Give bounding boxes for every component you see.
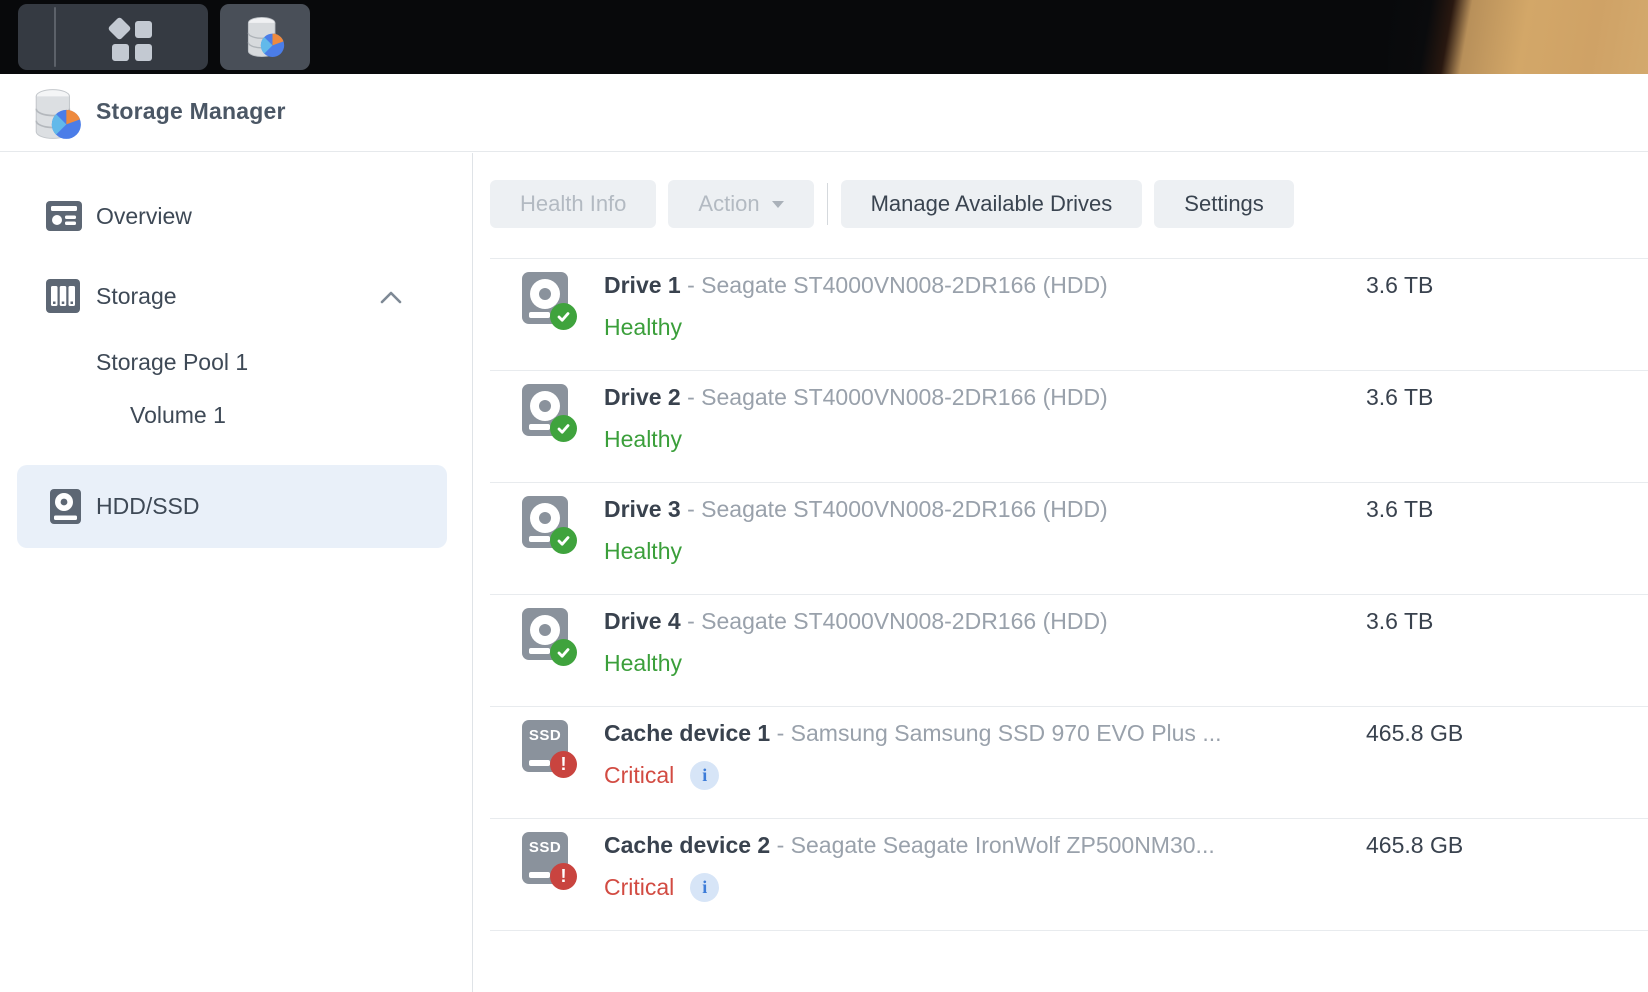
drive-name: Drive 1: [604, 272, 681, 298]
drive-name: Cache device 2: [604, 832, 770, 858]
taskbar-left-group: [18, 4, 208, 70]
sidebar-item-label: Overview: [96, 203, 192, 230]
device-icon: SSD !: [522, 832, 568, 884]
sidebar-item-label: Storage: [96, 283, 177, 310]
sidebar-item-hdd-ssd[interactable]: HDD/SSD: [50, 489, 200, 524]
device-icon: SSD: [522, 272, 568, 324]
sidebar-item-overview[interactable]: Overview: [46, 201, 192, 231]
manage-available-drives-button[interactable]: Manage Available Drives: [841, 180, 1143, 228]
storage-manager-icon: [245, 15, 285, 59]
taskbar-divider: [54, 7, 56, 67]
sidebar-item-label: Volume 1: [130, 402, 226, 429]
chevron-down-icon: [772, 201, 784, 208]
storage-icon: [46, 279, 80, 313]
drive-row[interactable]: SSD ! Cache device 2 - Seagate Seagate I…: [490, 818, 1648, 930]
sidebar-item-label: HDD/SSD: [96, 493, 200, 520]
overview-icon: [46, 201, 82, 231]
drive-model: Seagate ST4000VN008-2DR166 (HDD): [701, 272, 1108, 298]
sidebar: Overview Storage Storage Pool 1 Volume 1: [0, 153, 473, 992]
drive-status: Critical: [604, 760, 674, 790]
drive-status: Critical: [604, 872, 674, 902]
action-button[interactable]: Action: [668, 180, 813, 228]
drive-status: Healthy: [604, 424, 682, 454]
sidebar-item-storage[interactable]: Storage: [46, 279, 177, 313]
status-badge-icon: !: [550, 751, 577, 778]
drive-status: Healthy: [604, 312, 682, 342]
drive-name: Drive 2: [604, 384, 681, 410]
drive-model: Seagate ST4000VN008-2DR166 (HDD): [701, 384, 1108, 410]
drive-list: SSD Drive 1 - Seagate ST4000VN008-2DR166…: [490, 258, 1648, 931]
drive-size: 3.6 TB: [1366, 272, 1433, 299]
drive-size: 3.6 TB: [1366, 496, 1433, 523]
taskbar-storage-manager-button[interactable]: [220, 4, 310, 70]
sidebar-item-label: Storage Pool 1: [96, 349, 248, 376]
status-badge-icon: !: [550, 863, 577, 890]
drive-row[interactable]: SSD Drive 2 - Seagate ST4000VN008-2DR166…: [490, 370, 1648, 482]
drive-name: Drive 4: [604, 608, 681, 634]
status-badge-icon: [550, 415, 577, 442]
taskbar: [0, 0, 1648, 74]
drive-model: Seagate Seagate IronWolf ZP500NM30...: [791, 832, 1215, 858]
drive-row[interactable]: SSD ! Cache device 1 - Samsung Samsung S…: [490, 706, 1648, 818]
drive-size: 465.8 GB: [1366, 720, 1463, 747]
main-menu-button[interactable]: [110, 19, 154, 63]
page-title: Storage Manager: [96, 98, 286, 125]
desktop-wallpaper: [1388, 0, 1648, 74]
hdd-icon: [50, 489, 81, 524]
device-icon: SSD: [522, 608, 568, 660]
drive-status: Healthy: [604, 648, 682, 678]
sidebar-item-volume-1[interactable]: Volume 1: [130, 402, 226, 429]
info-icon[interactable]: i: [690, 873, 719, 902]
drive-size: 465.8 GB: [1366, 832, 1463, 859]
status-badge-icon: [550, 527, 577, 554]
settings-button[interactable]: Settings: [1154, 180, 1294, 228]
chevron-up-icon[interactable]: [380, 291, 402, 304]
status-badge-icon: [550, 639, 577, 666]
drive-model: Seagate ST4000VN008-2DR166 (HDD): [701, 608, 1108, 634]
sidebar-item-storage-pool-1[interactable]: Storage Pool 1: [96, 349, 248, 376]
device-icon: SSD: [522, 496, 568, 548]
toolbar-divider: [827, 183, 828, 225]
storage-manager-icon: [32, 87, 82, 141]
main-content: Health Info Action Manage Available Driv…: [474, 153, 1648, 992]
toolbar: Health Info Action Manage Available Driv…: [490, 180, 1294, 228]
app-header: Storage Manager: [0, 74, 1648, 152]
status-badge-icon: [550, 303, 577, 330]
drive-name: Drive 3: [604, 496, 681, 522]
drive-status: Healthy: [604, 536, 682, 566]
info-icon[interactable]: i: [690, 761, 719, 790]
drive-model: Seagate ST4000VN008-2DR166 (HDD): [701, 496, 1108, 522]
drive-row[interactable]: SSD Drive 4 - Seagate ST4000VN008-2DR166…: [490, 594, 1648, 706]
drive-model: Samsung Samsung SSD 970 EVO Plus ...: [791, 720, 1222, 746]
drive-size: 3.6 TB: [1366, 608, 1433, 635]
health-info-button[interactable]: Health Info: [490, 180, 656, 228]
device-icon: SSD: [522, 384, 568, 436]
device-icon: SSD !: [522, 720, 568, 772]
drive-name: Cache device 1: [604, 720, 770, 746]
app-grid-icon: [107, 16, 131, 40]
storage-manager-window: Storage Manager Overview: [0, 0, 1648, 992]
drive-row[interactable]: SSD Drive 3 - Seagate ST4000VN008-2DR166…: [490, 482, 1648, 594]
drive-size: 3.6 TB: [1366, 384, 1433, 411]
drive-row[interactable]: SSD Drive 1 - Seagate ST4000VN008-2DR166…: [490, 258, 1648, 370]
list-bottom-divider: [490, 930, 1648, 931]
